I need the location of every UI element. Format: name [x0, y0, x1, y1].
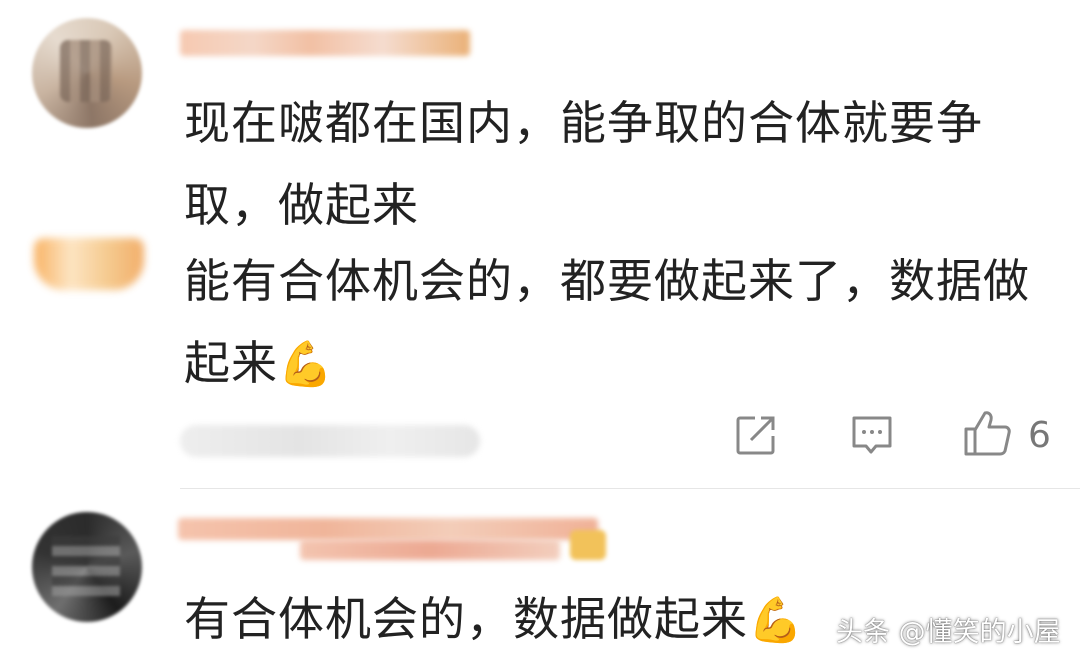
thumbs-up-icon[interactable]: [962, 408, 1012, 458]
username-blurred[interactable]: [180, 30, 470, 56]
flexed-biceps-emoji: 💪: [278, 339, 334, 390]
comment-text-line: 有合体机会的，数据做起来: [184, 592, 748, 646]
like-count: 6: [1028, 415, 1051, 456]
avatar-blurred[interactable]: [32, 18, 142, 128]
reply-text: 能有合体机会的，都要做起来了，数据做起来💪: [184, 240, 1044, 406]
user-tag-blurred: [300, 540, 560, 560]
watermark: 头条 @懂笑的小屋: [836, 617, 1061, 648]
decoration-blurred: [34, 238, 144, 290]
comment-text: 有合体机会的，数据做起来💪: [184, 578, 844, 662]
share-icon[interactable]: [733, 412, 779, 458]
comment-text: 现在啵都在国内，能争取的合体就要争取，做起来: [184, 82, 1044, 246]
level-badge-blurred: [570, 530, 606, 560]
comment-feed: 现在啵都在国内，能争取的合体就要争取，做起来 能有合体机会的，都要做起来了，数据…: [0, 0, 1080, 664]
username-blurred[interactable]: [178, 518, 598, 540]
timestamp-blurred: [180, 425, 480, 457]
avatar-blurred[interactable]: [32, 512, 142, 622]
comment-text-line: 现在啵都在国内，能争取的合体就要争取，做起来: [184, 96, 983, 232]
flexed-biceps-emoji: 💪: [748, 595, 804, 646]
comment-icon[interactable]: [849, 412, 895, 458]
divider: [180, 488, 1080, 489]
